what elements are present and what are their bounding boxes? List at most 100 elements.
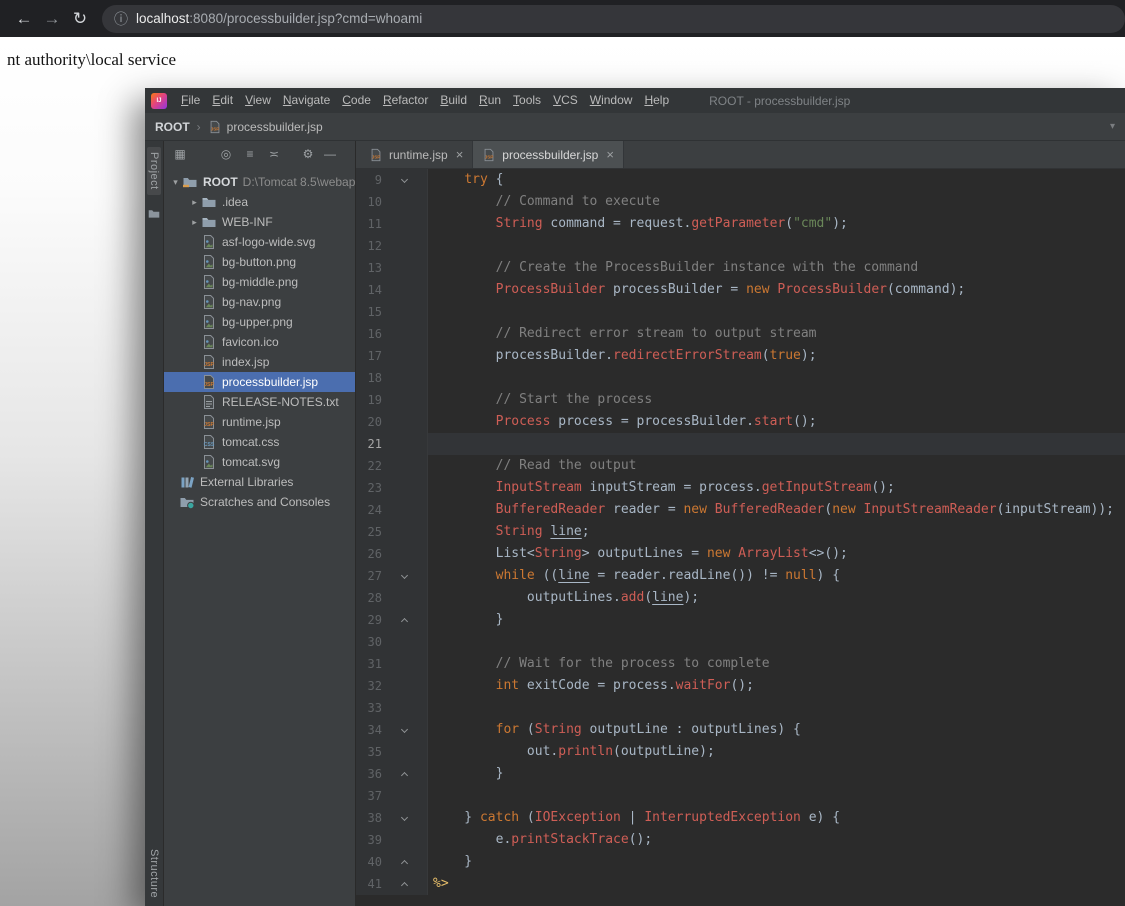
code-line-17[interactable]: 17 processBuilder.redirectErrorStream(tr… <box>356 345 1125 367</box>
tree-item-asf-logo-wide.svg[interactable]: asf-logo-wide.svg <box>164 232 355 252</box>
tree-item-tomcat.svg[interactable]: tomcat.svg <box>164 452 355 472</box>
tree-item-bg-upper.png[interactable]: bg-upper.png <box>164 312 355 332</box>
settings-icon[interactable]: ⚙ <box>300 147 316 161</box>
menu-build[interactable]: Build <box>434 88 473 113</box>
menu-view[interactable]: View <box>239 88 277 113</box>
chevron-right-icon[interactable]: ▸ <box>188 197 201 208</box>
tree-item-WEB-INF[interactable]: ▸ WEB-INF <box>164 212 355 232</box>
menu-edit[interactable]: Edit <box>206 88 239 113</box>
code-line-14[interactable]: 14 ProcessBuilder processBuilder = new P… <box>356 279 1125 301</box>
gutter[interactable]: 39 <box>356 829 428 851</box>
tab-processbuilder-jsp[interactable]: JSP processbuilder.jsp × <box>473 141 624 168</box>
menu-code[interactable]: Code <box>336 88 377 113</box>
code-line-22[interactable]: 22 // Read the output <box>356 455 1125 477</box>
gutter[interactable]: 17 <box>356 345 428 367</box>
code-line-34[interactable]: 34 for (String outputLine : outputLines)… <box>356 719 1125 741</box>
view-options-icon[interactable]: ▦ <box>172 147 188 161</box>
fold-marker-icon[interactable] <box>382 571 427 579</box>
code-line-15[interactable]: 15 <box>356 301 1125 323</box>
tool-stripe-structure[interactable]: Structure <box>148 849 160 898</box>
code-line-30[interactable]: 30 <box>356 631 1125 653</box>
code-line-27[interactable]: 27 while ((line = reader.readLine()) != … <box>356 565 1125 587</box>
tree-item-external-libraries[interactable]: External Libraries <box>164 472 355 492</box>
close-icon[interactable]: × <box>606 147 614 162</box>
code-line-21[interactable]: 21 <box>356 433 1125 455</box>
code-line-28[interactable]: 28 outputLines.add(line); <box>356 587 1125 609</box>
gutter[interactable]: 38 <box>356 807 428 829</box>
fold-marker-icon[interactable] <box>382 617 427 625</box>
code-line-20[interactable]: 20 Process process = processBuilder.star… <box>356 411 1125 433</box>
tool-stripe-project[interactable]: Project <box>147 147 161 195</box>
menu-vcs[interactable]: VCS <box>547 88 584 113</box>
code-line-25[interactable]: 25 String line; <box>356 521 1125 543</box>
close-icon[interactable]: × <box>456 147 464 162</box>
gutter[interactable]: 25 <box>356 521 428 543</box>
tree-item-bg-button.png[interactable]: bg-button.png <box>164 252 355 272</box>
fold-marker-icon[interactable] <box>382 813 427 821</box>
code-line-31[interactable]: 31 // Wait for the process to complete <box>356 653 1125 675</box>
fold-marker-icon[interactable] <box>382 771 427 779</box>
code-line-36[interactable]: 36 } <box>356 763 1125 785</box>
gutter[interactable]: 23 <box>356 477 428 499</box>
tree-item-favicon.ico[interactable]: favicon.ico <box>164 332 355 352</box>
gutter[interactable]: 26 <box>356 543 428 565</box>
gutter[interactable]: 35 <box>356 741 428 763</box>
gutter[interactable]: 27 <box>356 565 428 587</box>
menu-file[interactable]: File <box>175 88 206 113</box>
code-line-11[interactable]: 11 String command = request.getParameter… <box>356 213 1125 235</box>
code-line-40[interactable]: 40 } <box>356 851 1125 873</box>
tree-item-index.jsp[interactable]: JSP index.jsp <box>164 352 355 372</box>
gutter[interactable]: 18 <box>356 367 428 389</box>
back-icon[interactable]: ← <box>10 5 38 33</box>
code-line-24[interactable]: 24 BufferedReader reader = new BufferedR… <box>356 499 1125 521</box>
gutter[interactable]: 9 <box>356 169 428 191</box>
code-line-32[interactable]: 32 int exitCode = process.waitFor(); <box>356 675 1125 697</box>
menu-window[interactable]: Window <box>584 88 639 113</box>
code-line-38[interactable]: 38 } catch (IOException | InterruptedExc… <box>356 807 1125 829</box>
gutter[interactable]: 20 <box>356 411 428 433</box>
locate-file-icon[interactable]: ◎ <box>218 147 234 161</box>
folder-icon[interactable] <box>148 207 161 220</box>
menu-run[interactable]: Run <box>473 88 507 113</box>
code-line-16[interactable]: 16 // Redirect error stream to output st… <box>356 323 1125 345</box>
gutter[interactable]: 32 <box>356 675 428 697</box>
gutter[interactable]: 31 <box>356 653 428 675</box>
gutter[interactable]: 30 <box>356 631 428 653</box>
gutter[interactable]: 16 <box>356 323 428 345</box>
gutter[interactable]: 15 <box>356 301 428 323</box>
gutter[interactable]: 12 <box>356 235 428 257</box>
fold-marker-icon[interactable] <box>382 725 427 733</box>
tree-item-root[interactable]: ▾ ROOT D:\Tomcat 8.5\webap <box>164 172 355 192</box>
gutter[interactable]: 10 <box>356 191 428 213</box>
gutter[interactable]: 11 <box>356 213 428 235</box>
fold-marker-icon[interactable] <box>382 881 427 889</box>
gutter[interactable]: 33 <box>356 697 428 719</box>
tree-item-processbuilder.jsp[interactable]: JSP processbuilder.jsp <box>164 372 355 392</box>
address-bar[interactable]: ⓘ localhost:8080/processbuilder.jsp?cmd=… <box>102 4 1125 33</box>
code-line-23[interactable]: 23 InputStream inputStream = process.get… <box>356 477 1125 499</box>
gutter[interactable]: 28 <box>356 587 428 609</box>
tree-item-.idea[interactable]: ▸ .idea <box>164 192 355 212</box>
tree-item-runtime.jsp[interactable]: JSP runtime.jsp <box>164 412 355 432</box>
code-line-19[interactable]: 19 // Start the process <box>356 389 1125 411</box>
tree-item-bg-middle.png[interactable]: bg-middle.png <box>164 272 355 292</box>
code-editor[interactable]: 9 try {10 // Command to execute 11 String… <box>356 169 1125 906</box>
tree-item-scratches-and-consoles[interactable]: Scratches and Consoles <box>164 492 355 512</box>
gutter[interactable]: 13 <box>356 257 428 279</box>
menu-help[interactable]: Help <box>638 88 675 113</box>
gutter[interactable]: 19 <box>356 389 428 411</box>
gutter[interactable]: 41 <box>356 873 428 895</box>
menu-tools[interactable]: Tools <box>507 88 547 113</box>
code-line-18[interactable]: 18 <box>356 367 1125 389</box>
fold-marker-icon[interactable] <box>382 859 427 867</box>
fold-marker-icon[interactable] <box>382 175 427 183</box>
gutter[interactable]: 21 <box>356 433 428 455</box>
forward-icon[interactable]: → <box>38 5 66 33</box>
gutter[interactable]: 22 <box>356 455 428 477</box>
gutter[interactable]: 24 <box>356 499 428 521</box>
code-line-33[interactable]: 33 <box>356 697 1125 719</box>
tree-item-bg-nav.png[interactable]: bg-nav.png <box>164 292 355 312</box>
gutter[interactable]: 14 <box>356 279 428 301</box>
gutter[interactable]: 40 <box>356 851 428 873</box>
breadcrumb-file[interactable]: processbuilder.jsp <box>227 120 323 134</box>
